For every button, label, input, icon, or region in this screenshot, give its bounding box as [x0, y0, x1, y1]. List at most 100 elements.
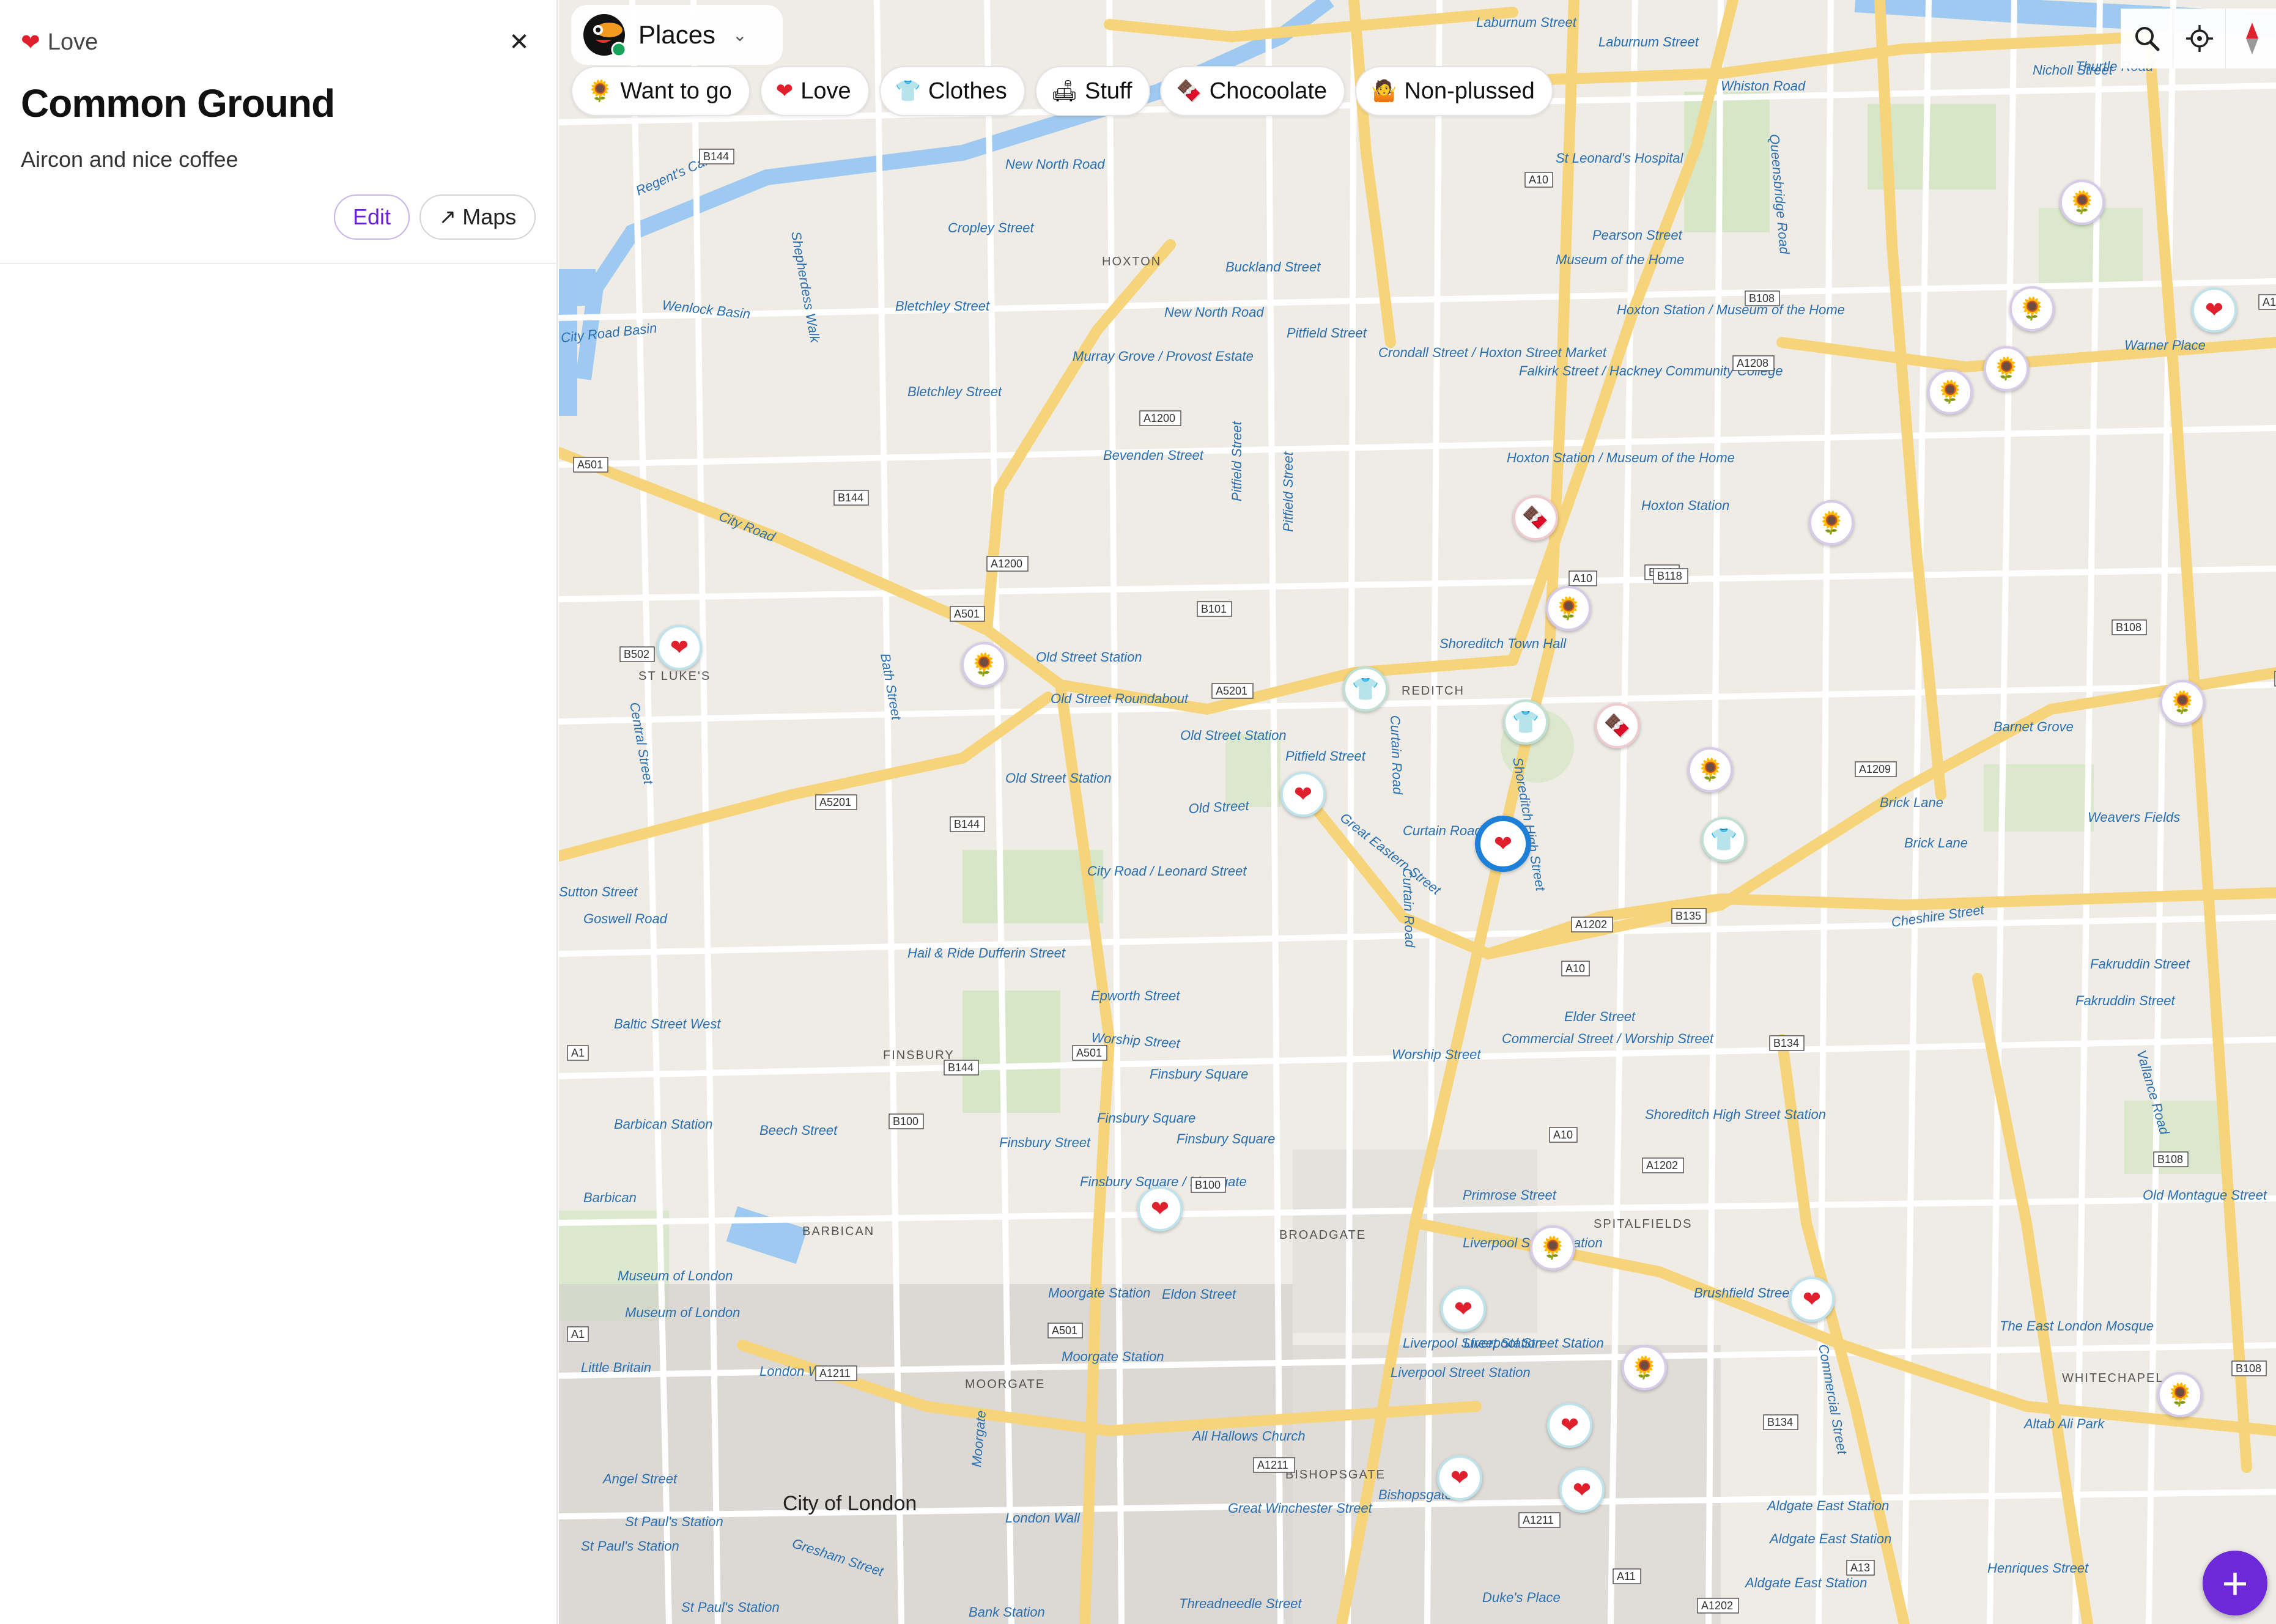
map-view[interactable]: Laburnum Street Laburnum Street Whiston …: [559, 0, 2276, 1624]
close-button[interactable]: ✕: [500, 23, 538, 61]
filter-chip-love[interactable]: ❤ Love: [759, 66, 870, 116]
road-number: A1208: [1737, 357, 1768, 369]
road-number: B108: [2236, 1362, 2261, 1375]
filter-chip-clothes[interactable]: 👕 Clothes: [879, 66, 1025, 116]
filter-chip-chocoolate[interactable]: 🍫 Chocoolate: [1160, 66, 1346, 116]
park-area: [962, 991, 1060, 1113]
street-label: Commercial Street / Worship Street: [1502, 1031, 1714, 1046]
heart-icon: ❤: [1450, 1465, 1469, 1490]
place-marker[interactable]: 🌻: [1927, 369, 1973, 415]
search-button[interactable]: [2121, 9, 2173, 68]
road-number: A1: [571, 1328, 585, 1340]
road-number: A501: [954, 608, 980, 620]
place-marker[interactable]: ❤: [1280, 772, 1326, 817]
place-marker[interactable]: 🍫: [1595, 703, 1640, 748]
place-marker[interactable]: ❤: [657, 625, 702, 670]
place-marker[interactable]: 🌻: [961, 642, 1007, 687]
street-label: Moorgate Station: [1048, 1285, 1151, 1301]
street-label: St Paul's Station: [581, 1538, 679, 1554]
street-label: Hoxton Station / Museum of the Home: [1617, 302, 1845, 317]
road-number: B144: [954, 818, 980, 830]
place-marker[interactable]: ❤: [1559, 1467, 1605, 1513]
place-marker[interactable]: 🌻: [1622, 1345, 1667, 1390]
street-label: Brushfield Street: [1694, 1285, 1794, 1301]
sunflower-icon: 🌻: [2068, 190, 2096, 215]
place-marker[interactable]: 🌻: [1809, 500, 1854, 545]
street-label: Pitfield Street: [1285, 748, 1366, 764]
road-number: A5201: [819, 796, 851, 808]
road-number-badge: A10: [1549, 1127, 1578, 1143]
road-number-badge: B135: [1671, 908, 1707, 924]
street-label: Old Street: [1188, 798, 1250, 816]
places-switcher[interactable]: Places ⌄: [571, 5, 783, 65]
district-label: HOXTON: [1102, 255, 1161, 268]
filter-chip-stuff[interactable]: 🛋 Stuff: [1035, 66, 1151, 116]
sunflower-icon: 🌻: [1817, 510, 1846, 535]
place-marker[interactable]: 🌻: [2157, 1372, 2203, 1417]
street-label: City Road / Leonard Street: [1087, 863, 1247, 879]
place-marker[interactable]: 🌻: [1688, 747, 1733, 792]
selected-place-marker[interactable]: ❤: [1475, 816, 1531, 872]
street-label: Finsbury Street: [999, 1135, 1091, 1150]
place-marker[interactable]: 🌻: [2009, 286, 2055, 331]
filter-chip-want-to-go[interactable]: 🌻 Want to go: [571, 66, 750, 116]
road-number-badge: A11: [1613, 1568, 1641, 1584]
road-number: B502: [624, 648, 649, 660]
place-detail-panel: ❤ Love ✕ Common Ground Aircon and nice c…: [0, 0, 558, 1624]
place-marker[interactable]: 👕: [1503, 699, 1548, 745]
open-in-maps-button[interactable]: ↗ Maps: [419, 194, 536, 240]
heart-icon: ❤: [1150, 1196, 1170, 1221]
filter-label: Stuff: [1084, 78, 1132, 104]
sunflower-icon: 🌻: [2018, 296, 2046, 321]
place-marker[interactable]: ❤: [1437, 1455, 1482, 1500]
place-marker[interactable]: ❤: [2192, 287, 2237, 333]
compass-button[interactable]: [2226, 9, 2276, 68]
road-number-badge: B144: [833, 490, 869, 506]
search-icon: [2135, 27, 2159, 51]
street-label: Buckland Street: [1225, 259, 1321, 275]
sunflower-icon: 🌻: [587, 79, 613, 103]
road-number-badge: B118: [1653, 568, 1688, 584]
road-number: B118: [1657, 570, 1682, 582]
road-number-badge: A1211: [1253, 1457, 1295, 1473]
road-number-badge: B108: [1745, 290, 1780, 306]
place-marker[interactable]: ❤: [1137, 1186, 1183, 1231]
place-marker[interactable]: ❤: [1547, 1403, 1592, 1448]
street-label: Brick Lane: [1904, 835, 1968, 851]
edit-button[interactable]: Edit: [334, 194, 410, 240]
street-label: Eldon Street: [1162, 1286, 1236, 1302]
place-marker[interactable]: 🌻: [2060, 180, 2105, 225]
filter-label: Love: [800, 78, 851, 104]
place-marker[interactable]: 🍫: [1513, 495, 1558, 541]
toucan-logo-icon: [581, 12, 627, 58]
road-number-badge: A1200: [1139, 410, 1181, 426]
street-label: Finsbury Square: [1177, 1131, 1275, 1146]
place-marker[interactable]: 🌻: [1546, 586, 1591, 631]
street-label: Angel Street: [602, 1471, 678, 1486]
locate-button[interactable]: [2173, 9, 2226, 68]
place-marker[interactable]: 🌻: [1984, 346, 2029, 391]
place-marker[interactable]: ❤: [1789, 1277, 1834, 1322]
street-label: Finsbury Square: [1150, 1066, 1248, 1082]
road-number: B144: [948, 1061, 974, 1074]
filter-chip-non-plussed[interactable]: 🤷 Non-plussed: [1355, 66, 1553, 116]
place-marker[interactable]: 🌻: [1530, 1225, 1575, 1271]
map-canvas[interactable]: Laburnum Street Laburnum Street Whiston …: [559, 0, 2276, 1624]
street-label: Worship Street: [1392, 1047, 1481, 1062]
road-number-badge: A1209: [1855, 761, 1897, 777]
street-label: Fakruddin Street: [2090, 956, 2190, 972]
place-marker[interactable]: ❤: [1441, 1286, 1486, 1332]
heart-icon: ❤: [1493, 831, 1513, 856]
heart-icon: ❤: [1560, 1412, 1580, 1438]
street-label: Whiston Road: [1721, 78, 1806, 94]
place-marker[interactable]: 🌻: [2160, 680, 2205, 725]
sunflower-icon: 🌻: [1630, 1355, 1658, 1380]
shirt-icon: 👕: [1710, 827, 1738, 852]
district-label: MOORGATE: [965, 1378, 1045, 1391]
add-place-button[interactable]: +: [2203, 1551, 2267, 1615]
road-number-badge: A1202: [1697, 1598, 1739, 1614]
sunflower-icon: 🌻: [1554, 596, 1583, 621]
place-marker[interactable]: 👕: [1701, 817, 1746, 862]
road-number: B100: [893, 1115, 918, 1128]
place-marker[interactable]: 👕: [1343, 666, 1388, 712]
